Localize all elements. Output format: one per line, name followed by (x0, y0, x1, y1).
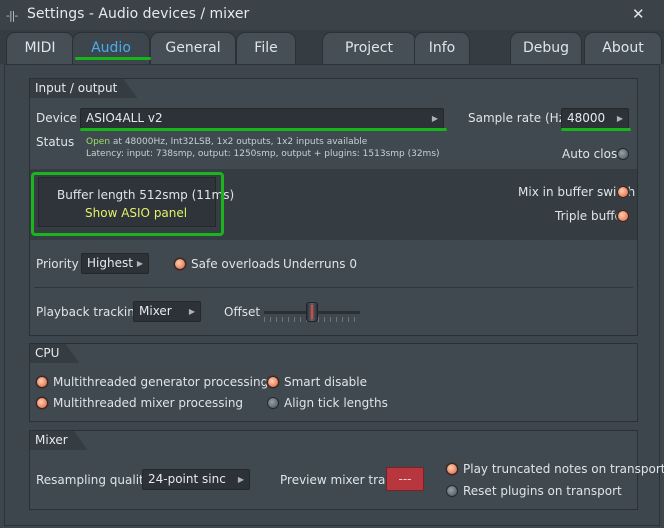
sample-rate-label: Sample rate (Hz) (468, 111, 570, 125)
title-bar: -||- Settings - Audio devices / mixer ✕ (0, 0, 664, 30)
resampling-value: 24-point sinc (148, 472, 226, 486)
offset-slider[interactable] (264, 302, 360, 324)
tab-midi[interactable]: MIDI (6, 32, 74, 64)
safe-overloads-label: Safe overloads (191, 257, 281, 271)
auto-close-label: Auto close (562, 147, 625, 161)
smart-disable-label: Smart disable (284, 375, 368, 389)
slider-knob-marker (311, 305, 313, 319)
triple-buffer-toggle[interactable] (617, 210, 629, 222)
chevron-right-icon: ▶ (237, 475, 244, 484)
tab-bar: MIDI Audio General File Project Info Deb… (0, 30, 664, 64)
smart-disable-toggle[interactable] (267, 376, 279, 388)
tab-info[interactable]: Info (414, 32, 470, 64)
status-line-2: Latency: input: 738smp, output: 1250smp,… (86, 149, 440, 159)
status-open: Open (86, 137, 111, 147)
playback-tracking-label: Playback tracking (36, 305, 143, 319)
tab-general[interactable]: General (150, 32, 236, 64)
reset-plugins-label: Reset plugins on transport (463, 484, 622, 498)
resampling-label: Resampling quality (36, 473, 151, 487)
priority-value: Highest (87, 256, 133, 270)
reset-plugins-toggle[interactable] (446, 485, 458, 497)
tab-file[interactable]: File (236, 32, 296, 64)
play-truncated-label: Play truncated notes on transport (463, 462, 664, 476)
sample-rate-value: 48000 (567, 111, 606, 125)
status-detail: at 48000Hz, Int32LSB, 1x2 outputs, 1x2 i… (112, 137, 368, 147)
status-line-1: Open at 48000Hz, Int32LSB, 1x2 outputs, … (86, 137, 367, 147)
close-icon[interactable]: ✕ (632, 5, 645, 23)
device-label: Device (36, 111, 78, 125)
multithreaded-mixer-label: Multithreaded mixer processing (53, 396, 244, 410)
tab-project[interactable]: Project (322, 32, 416, 64)
buffer-highlight (31, 172, 224, 236)
preview-mixer-label: Preview mixer track (280, 473, 399, 487)
chevron-right-icon: ▶ (136, 259, 143, 268)
underruns-text: Underruns 0 (283, 257, 357, 271)
section-title: Mixer (30, 431, 88, 450)
auto-close-toggle[interactable] (617, 148, 629, 160)
safe-overloads-toggle[interactable] (174, 258, 186, 270)
priority-label: Priority (36, 257, 79, 271)
align-tick-label: Align tick lengths (284, 396, 388, 410)
playback-tracking-value: Mixer (139, 304, 172, 318)
chevron-right-icon: ▶ (188, 307, 195, 316)
device-highlight (80, 128, 447, 131)
preview-mixer-track-button[interactable]: --- (386, 467, 424, 491)
mix-in-buffer-toggle[interactable] (617, 186, 629, 198)
multithreaded-mixer-toggle[interactable] (36, 397, 48, 409)
drag-handle-icon: -||- (6, 9, 18, 22)
multithreaded-generator-label: Multithreaded generator processing (53, 375, 269, 389)
play-truncated-toggle[interactable] (446, 463, 458, 475)
multithreaded-generator-toggle[interactable] (36, 376, 48, 388)
device-select[interactable]: ASIO4ALL v2 ▶ (80, 108, 444, 129)
section-title: Input / output (30, 79, 137, 98)
sample-rate-select[interactable]: 48000 ▶ (561, 108, 629, 129)
window-title: Settings - Audio devices / mixer (27, 6, 250, 22)
status-label: Status (36, 135, 75, 149)
align-tick-toggle[interactable] (267, 397, 279, 409)
active-tab-highlight (75, 57, 151, 60)
offset-label: Offset (224, 305, 261, 319)
section-title: CPU (30, 344, 79, 363)
priority-select[interactable]: Highest ▶ (81, 253, 149, 274)
device-value: ASIO4ALL v2 (86, 111, 163, 125)
playback-tracking-select[interactable]: Mixer ▶ (133, 301, 201, 322)
tab-debug[interactable]: Debug (510, 32, 582, 64)
tab-about[interactable]: About (584, 32, 662, 64)
resampling-select[interactable]: 24-point sinc ▶ (142, 469, 250, 490)
chevron-right-icon: ▶ (616, 114, 623, 123)
chevron-right-icon: ▶ (431, 114, 438, 123)
sample-rate-highlight (561, 128, 631, 131)
divider (34, 287, 633, 288)
